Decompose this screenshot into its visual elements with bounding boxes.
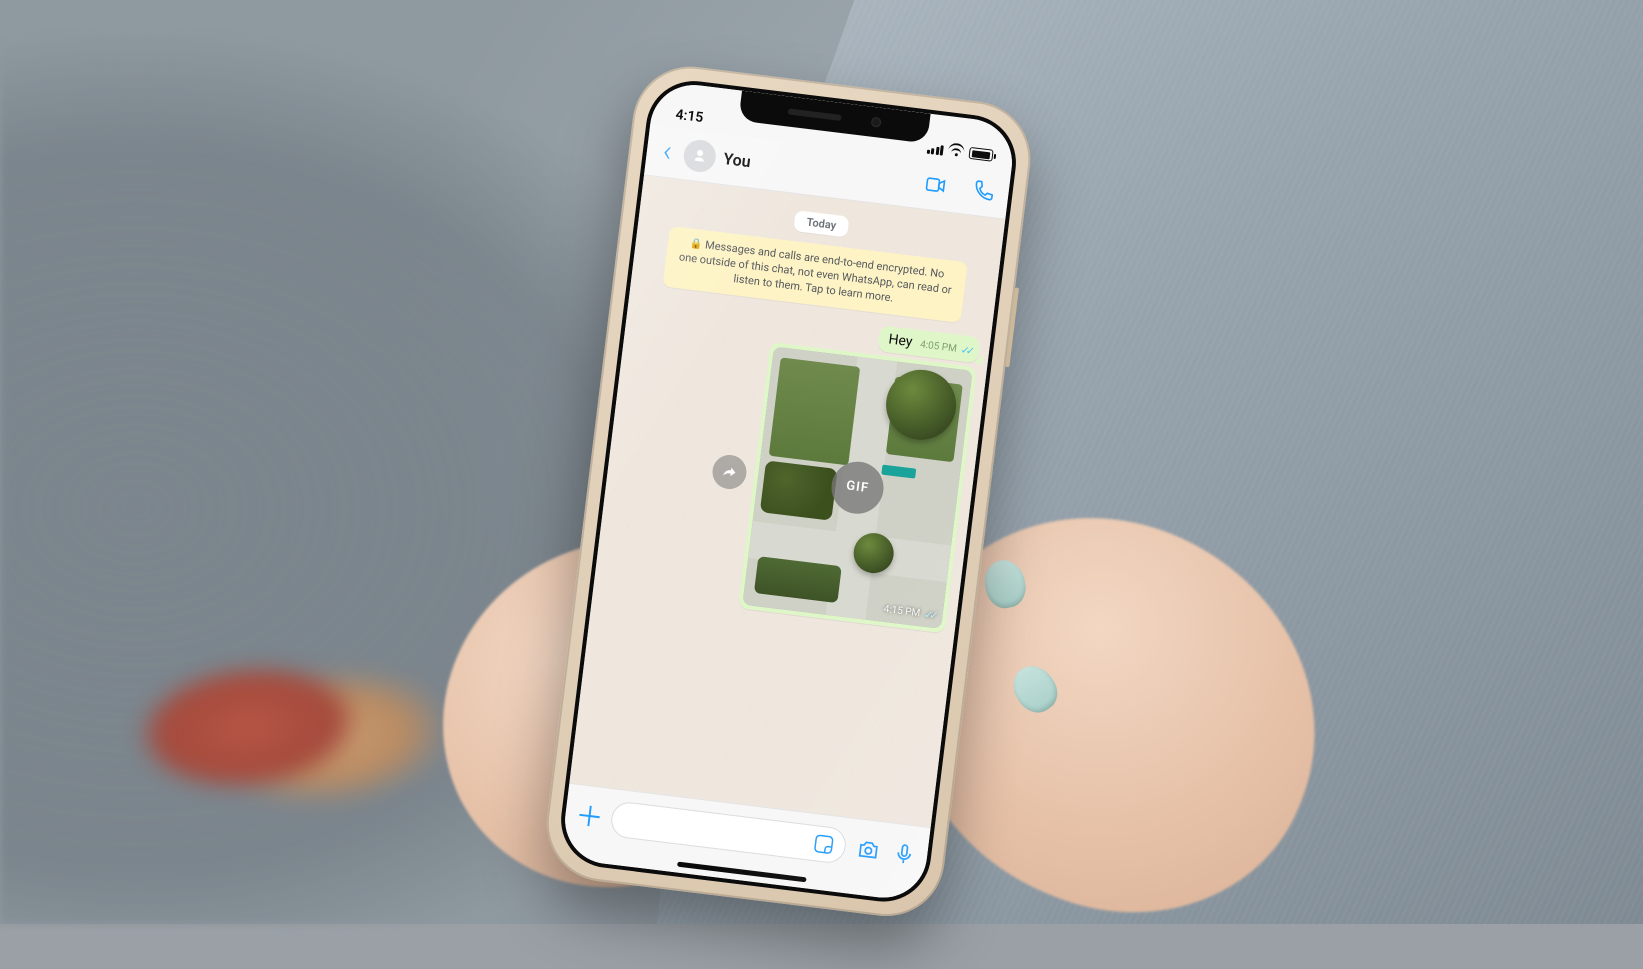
back-button[interactable]: ‹ [657,136,677,168]
mic-button[interactable] [890,839,919,868]
lock-icon: 🔒 [689,238,703,250]
cellular-signal-icon [926,142,944,156]
read-receipt-icon: ✓✓ [960,343,972,357]
chat-body[interactable]: Today 🔒Messages and calls are end-to-end… [569,175,1005,827]
contact-avatar[interactable] [682,138,718,174]
read-receipt-icon: ✓✓ [923,607,935,621]
date-separator: Today [793,210,849,237]
message-time: 4:05 PM [920,339,958,354]
wifi-icon [948,144,965,158]
camera-button[interactable] [854,835,883,864]
encryption-notice-text: Messages and calls are end-to-end encryp… [678,238,952,304]
gif-image: GIF [742,346,972,628]
contact-name[interactable]: You [722,149,751,171]
gif-thumbnail[interactable]: GIF 4:15 PM ✓✓ [742,346,972,628]
voice-call-button[interactable] [969,176,998,205]
battery-icon [968,147,993,162]
forward-button[interactable] [711,453,749,491]
video-call-button[interactable] [922,170,951,199]
status-time: 4:15 [675,107,705,126]
outgoing-gif-message[interactable]: GIF 4:15 PM ✓✓ [738,342,977,633]
attach-button[interactable]: ＋ [573,793,604,836]
message-text: Hey [888,331,914,350]
photo-shoe [111,618,448,830]
message-meta: 4:05 PM ✓✓ [919,338,971,357]
sticker-button[interactable] [812,831,837,856]
message-row: GIF 4:15 PM ✓✓ [603,325,977,633]
